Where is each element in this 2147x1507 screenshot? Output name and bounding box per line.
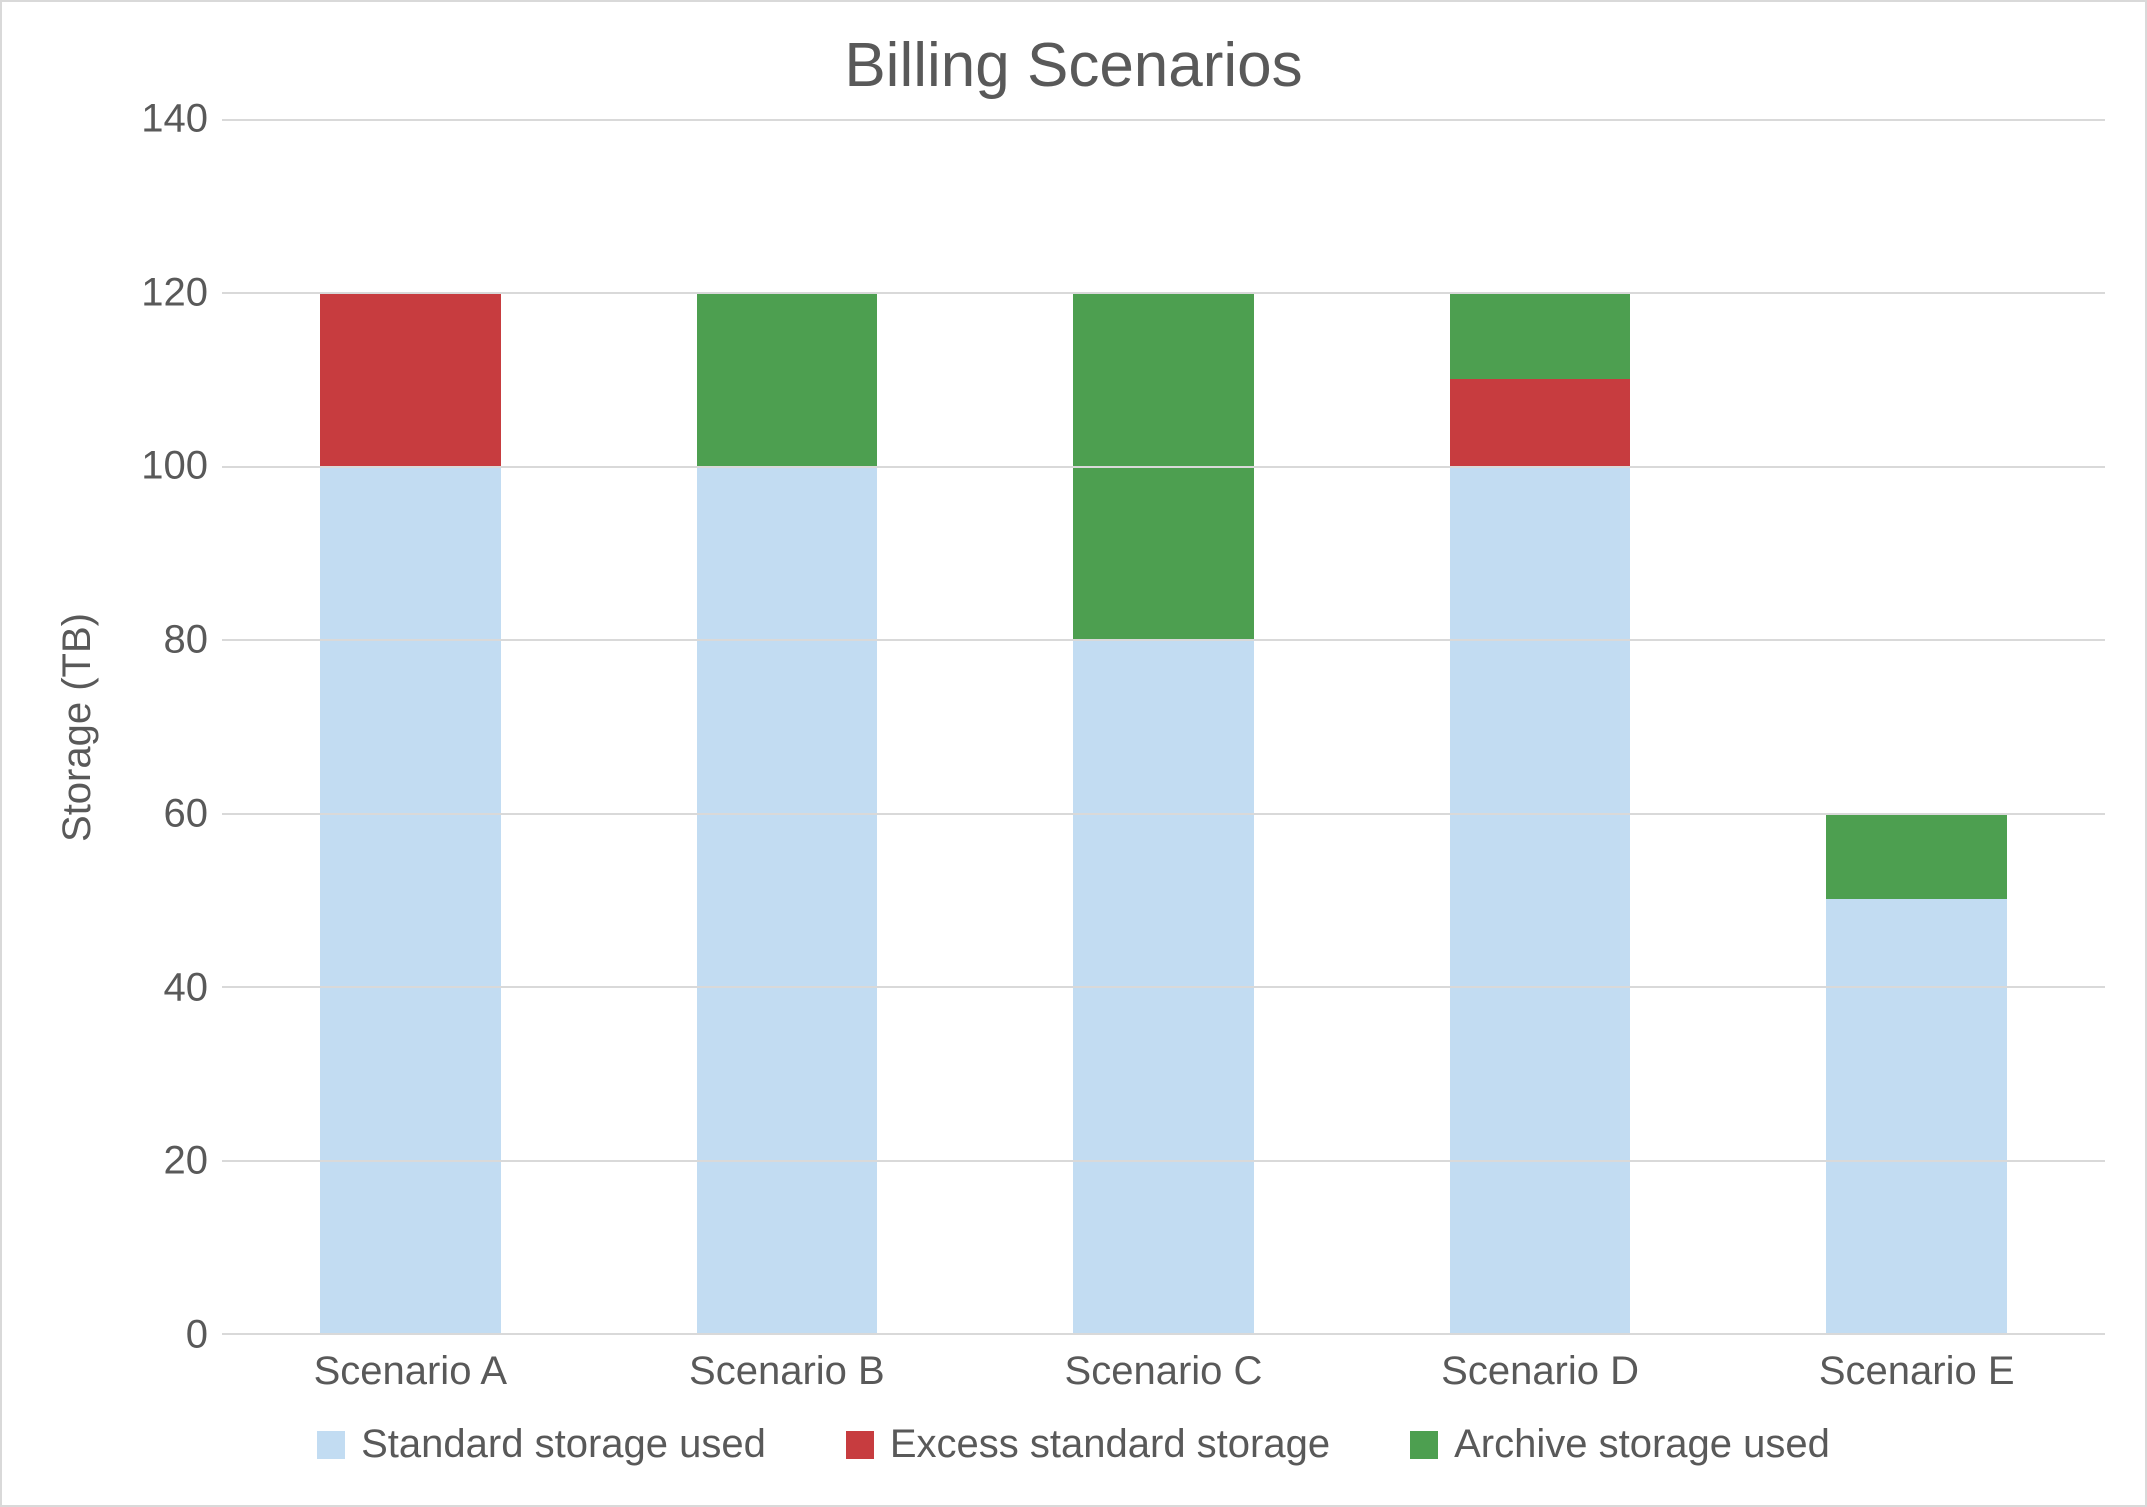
bar-segment	[1450, 379, 1631, 466]
bar-segment	[320, 466, 501, 1333]
bar-segment	[1826, 899, 2007, 1333]
bar-stack	[320, 119, 501, 1333]
legend-swatch	[846, 1431, 874, 1459]
gridline	[222, 813, 2105, 815]
bar-slot	[599, 119, 976, 1333]
legend-item: Archive storage used	[1410, 1422, 1830, 1467]
bar-slot	[975, 119, 1352, 1333]
legend-label: Archive storage used	[1454, 1422, 1830, 1467]
x-category-label: Scenario C	[975, 1335, 1352, 1394]
plot-area	[222, 119, 2105, 1335]
legend: Standard storage used Excess standard sto…	[42, 1394, 2105, 1475]
chart-title: Billing Scenarios	[42, 30, 2105, 101]
legend-swatch	[317, 1431, 345, 1459]
legend-label: Standard storage used	[361, 1422, 766, 1467]
gridline	[222, 986, 2105, 988]
bar-segment	[320, 292, 501, 465]
legend-item: Standard storage used	[317, 1422, 766, 1467]
bar-stack	[1826, 119, 2007, 1333]
bar-segment	[697, 466, 878, 1333]
gridline	[222, 466, 2105, 468]
bar-segment	[1826, 813, 2007, 900]
y-axis-title: Storage (TB)	[55, 613, 100, 842]
legend-item: Excess standard storage	[846, 1422, 1330, 1467]
gridline	[222, 119, 2105, 121]
legend-swatch	[1410, 1431, 1438, 1459]
bar-slot	[1352, 119, 1729, 1333]
y-tick-label: 120	[141, 270, 208, 315]
x-category-label: Scenario B	[599, 1335, 976, 1394]
y-tick-label: 100	[141, 444, 208, 489]
y-tick-label: 80	[164, 618, 209, 663]
y-axis-title-wrap: Storage (TB)	[42, 119, 112, 1335]
x-category-row: Scenario AScenario BScenario CScenario D…	[222, 1335, 2105, 1394]
chart-frame: Billing Scenarios Storage (TB) 0 20 40 60 80…	[0, 0, 2147, 1507]
x-category-label: Scenario E	[1728, 1335, 2105, 1394]
bar-slot	[222, 119, 599, 1333]
legend-label: Excess standard storage	[890, 1422, 1330, 1467]
bar-stack	[1073, 119, 1254, 1333]
gridline	[222, 1160, 2105, 1162]
bar-stack	[1450, 119, 1631, 1333]
x-category-label: Scenario A	[222, 1335, 599, 1394]
bars-layer	[222, 119, 2105, 1333]
y-tick-label: 60	[164, 791, 209, 836]
bar-segment	[1450, 466, 1631, 1333]
y-tick-column: 020406080100120140	[112, 119, 222, 1335]
bar-stack	[697, 119, 878, 1333]
bar-segment	[697, 292, 878, 465]
y-tick-label: 40	[164, 965, 209, 1010]
plot-row: Storage (TB) 020406080100120140	[42, 119, 2105, 1335]
y-tick-label: 0	[186, 1313, 208, 1358]
bar-slot	[1728, 119, 2105, 1333]
y-tick-label: 20	[164, 1139, 209, 1184]
bar-segment	[1450, 292, 1631, 379]
y-tick-label: 140	[141, 97, 208, 142]
x-category-label: Scenario D	[1352, 1335, 1729, 1394]
gridline	[222, 292, 2105, 294]
gridline	[222, 639, 2105, 641]
